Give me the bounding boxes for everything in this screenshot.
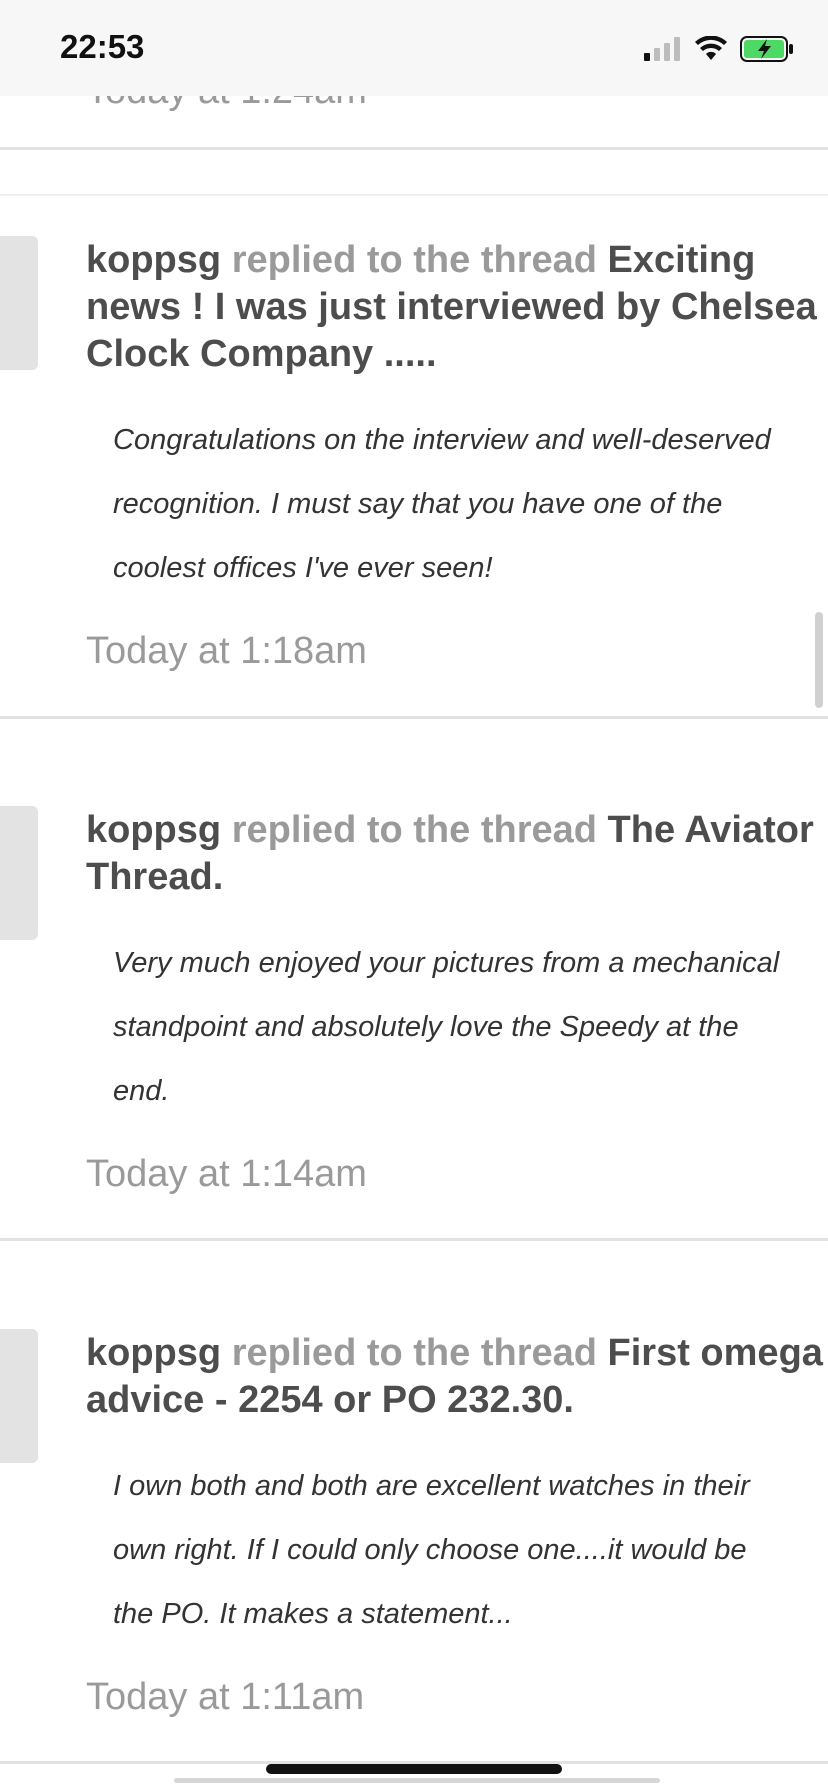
thread-link[interactable]: Thread. [86,854,828,901]
wifi-icon [695,36,727,60]
avatar[interactable] [0,1329,38,1463]
snippet-line: Very much enjoyed your pictures from a m… [113,947,780,979]
user-link[interactable]: koppsg [86,1332,221,1374]
feed-headline: koppsg replied to the thread First omega… [86,1330,828,1424]
snippet-line: own right. If I could only choose one...… [113,1534,747,1566]
action-text: replied to the thread [231,239,597,281]
snippet-line: I own both and both are excellent watche… [113,1470,750,1502]
scrollbar[interactable] [815,612,823,708]
snippet-line: the PO. It makes a statement... [113,1598,513,1630]
status-time: 22:53 [60,28,145,65]
thread-link[interactable]: First omega [608,1332,823,1374]
snippet-line: coolest offices I've ever seen! [113,552,493,584]
home-track [174,1778,660,1783]
post-time[interactable]: Today at 1:11am [86,1676,364,1719]
post-time[interactable]: Today at 1:18am [86,630,367,673]
home-indicator[interactable] [266,1764,562,1774]
snippet-line: end. [113,1075,170,1107]
thread-link[interactable]: Clock Company ..... [86,331,828,378]
divider [0,147,828,150]
status-bar: 22:53 [0,0,828,96]
status-icons [644,34,794,64]
avatar[interactable] [0,806,38,940]
action-text: replied to the thread [231,809,597,851]
thread-link[interactable]: Exciting [608,239,756,281]
divider [0,1238,828,1241]
thread-link[interactable]: news ! I was just interviewed by Chelsea [86,284,828,331]
divider [0,194,828,196]
divider [0,716,828,719]
feed-headline: koppsg replied to the thread Exciting ne… [86,237,828,378]
user-link[interactable]: koppsg [86,239,221,281]
post-snippet: Very much enjoyed your pictures from a m… [113,931,828,1123]
activity-feed-screen: 22:53 Today at 1:24am [0,0,828,1792]
snippet-line: Congratulations on the interview and wel… [113,424,771,456]
action-text: replied to the thread [231,1332,597,1374]
post-snippet: I own both and both are excellent watche… [113,1454,828,1646]
signal-icon [644,37,680,61]
feed-headline: koppsg replied to the thread The Aviator… [86,807,828,901]
avatar[interactable] [0,236,38,370]
user-link[interactable]: koppsg [86,809,221,851]
thread-link[interactable]: The Aviator [608,809,814,851]
post-snippet: Congratulations on the interview and wel… [113,408,828,600]
post-time[interactable]: Today at 1:14am [86,1153,367,1196]
snippet-line: recognition. I must say that you have on… [113,488,723,520]
thread-link[interactable]: advice - 2254 or PO 232.30. [86,1377,828,1424]
battery-charging-icon [740,36,793,62]
snippet-line: standpoint and absolutely love the Speed… [113,1011,739,1043]
